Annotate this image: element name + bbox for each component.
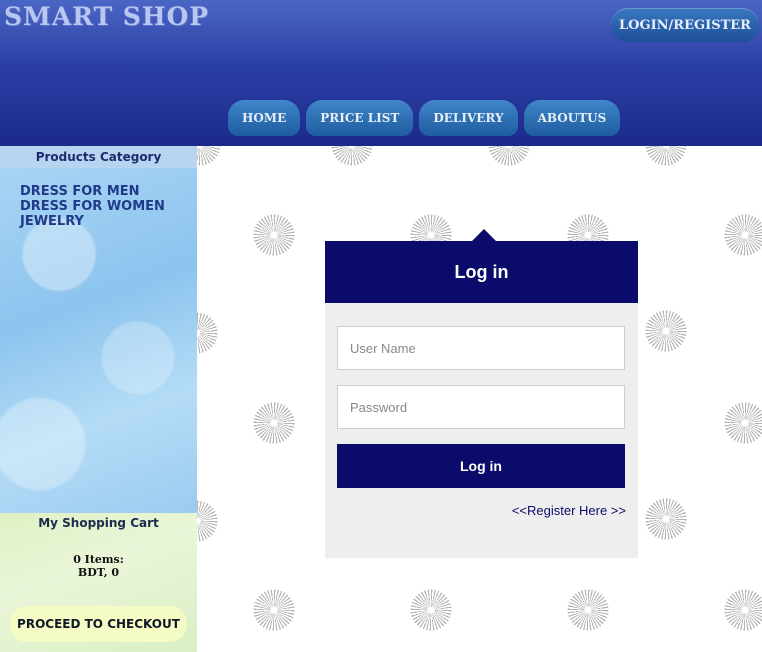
cart-summary: 0 Items: BDT, 0 [0,553,197,579]
starburst-pattern-icon [645,498,687,540]
cart-total: BDT, 0 [77,566,120,579]
starburst-pattern-icon [724,214,762,256]
login-box-pointer [472,229,496,241]
starburst-pattern-icon [645,310,687,352]
username-input[interactable] [337,326,625,370]
login-form: Log in Log in <<Register Here >> [325,241,638,558]
starburst-pattern-icon [253,402,295,444]
starburst-pattern-icon [197,312,218,354]
register-here-link[interactable]: <<Register Here >> [512,503,626,518]
category-item-dress-men[interactable]: DRESS FOR MEN [20,184,165,199]
category-list: DRESS FOR MEN DRESS FOR WOMEN JEWELRY [20,184,165,229]
starburst-pattern-icon [253,214,295,256]
site-header: SMART SHOP LOGIN/REGISTER HOME PRICE LIS… [0,0,762,146]
nav-home[interactable]: HOME [228,100,301,136]
login-submit-button[interactable]: Log in [337,444,625,488]
proceed-to-checkout-button[interactable]: PROCEED TO CHECKOUT [10,606,187,642]
login-register-button[interactable]: LOGIN/REGISTER [611,8,759,42]
login-title: Log in [325,241,638,303]
starburst-pattern-icon [724,402,762,444]
sidebar: Products Category DRESS FOR MEN DRESS FO… [0,146,197,652]
nav-delivery[interactable]: DELIVERY [419,100,518,136]
cart-title: My Shopping Cart [38,516,159,530]
starburst-pattern-icon [197,146,221,166]
nav-price-list[interactable]: PRICE LIST [306,100,414,136]
starburst-pattern-icon [253,589,295,631]
starburst-pattern-icon [331,146,373,166]
site-logo[interactable]: SMART SHOP [4,2,209,31]
starburst-pattern-icon [724,589,762,631]
shopping-cart-panel: My Shopping Cart 0 Items: BDT, 0 PROCEED… [0,513,197,652]
category-panel: DRESS FOR MEN DRESS FOR WOMEN JEWELRY [0,168,197,513]
cart-item-count: 0 Items: [73,553,124,566]
starburst-pattern-icon [645,146,687,166]
products-category-title: Products Category [0,146,197,168]
starburst-pattern-icon [410,589,452,631]
starburst-pattern-icon [567,589,609,631]
password-input[interactable] [337,385,625,429]
category-item-dress-women[interactable]: DRESS FOR WOMEN [20,199,165,214]
category-item-jewelry[interactable]: JEWELRY [20,214,165,229]
main-nav: HOME PRICE LIST DELIVERY ABOUTUS [228,100,621,136]
starburst-pattern-icon [197,500,218,542]
starburst-pattern-icon [488,146,530,166]
nav-about-us[interactable]: ABOUTUS [523,100,621,136]
